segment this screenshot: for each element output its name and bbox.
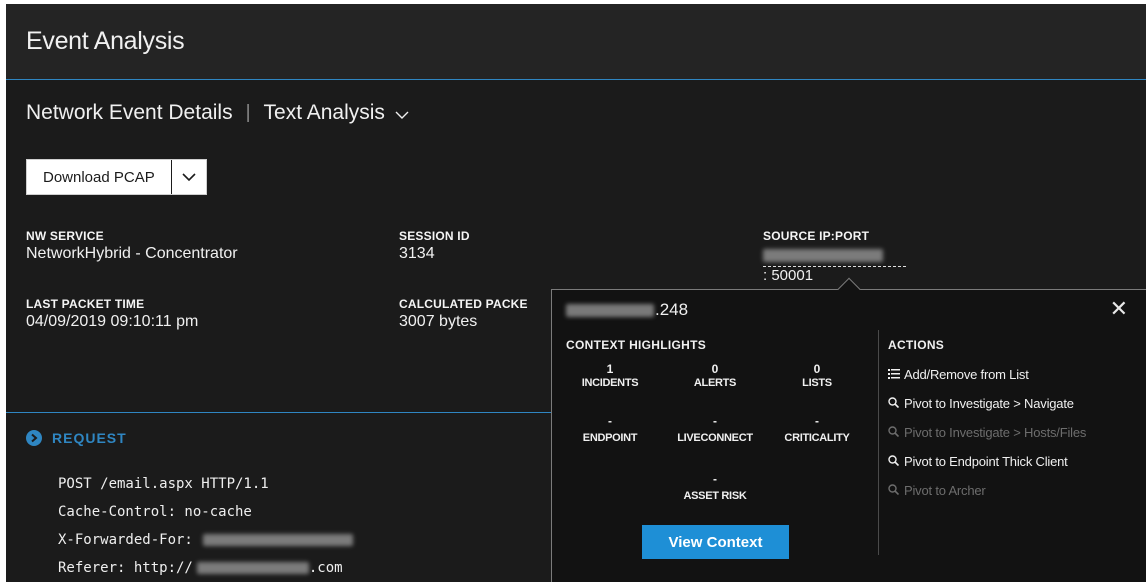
incidents-label: INCIDENTS bbox=[581, 377, 639, 389]
action-pivot-endpoint-thick-client[interactable]: Pivot to Endpoint Thick Client bbox=[888, 447, 1086, 476]
endpoint-label: ENDPOINT bbox=[582, 432, 638, 444]
nw-service-value: NetworkHybrid - Concentrator bbox=[26, 245, 238, 262]
calculated-packet-field: CALCULATED PACKE 3007 bytes bbox=[399, 297, 528, 331]
highlight-asset-risk: - ASSET RISK bbox=[665, 472, 765, 502]
source-port-value[interactable]: : 50001 bbox=[763, 267, 906, 284]
asset-risk-value: - bbox=[713, 472, 717, 486]
lists-count: 0 bbox=[813, 362, 821, 376]
last-packet-label: LAST PACKET TIME bbox=[26, 297, 145, 311]
request-line-text: .com bbox=[308, 560, 343, 576]
action-pivot-investigate-navigate[interactable]: Pivot to Investigate > Navigate bbox=[888, 389, 1086, 418]
last-packet-value: 04/09/2019 09:10:11 pm bbox=[26, 313, 199, 330]
view-context-button[interactable]: View Context bbox=[642, 525, 789, 559]
asset-risk-label: ASSET RISK bbox=[683, 490, 747, 502]
page-title: Event Analysis bbox=[26, 27, 185, 55]
tab-network-event-details[interactable]: Network Event Details bbox=[26, 101, 233, 125]
request-title: REQUEST bbox=[52, 430, 127, 446]
source-ip-port-label: SOURCE IP:PORT bbox=[763, 229, 870, 243]
close-icon[interactable]: ✕ bbox=[1110, 296, 1128, 322]
liveconnect-value: - bbox=[713, 414, 717, 428]
action-pivot-investigate-hosts-files: Pivot to Investigate > Hosts/Files bbox=[888, 418, 1086, 447]
action-label: Pivot to Archer bbox=[904, 483, 986, 498]
alerts-label: ALERTS bbox=[693, 377, 737, 389]
action-label: Pivot to Endpoint Thick Client bbox=[904, 454, 1068, 469]
actions-list: Add/Remove from List Pivot to Investigat… bbox=[888, 360, 1086, 505]
download-pcap-button[interactable]: Download PCAP bbox=[27, 160, 172, 194]
highlight-liveconnect: - LIVECONNECT bbox=[665, 414, 765, 444]
search-icon bbox=[888, 454, 902, 469]
highlight-lists[interactable]: 0 LISTS bbox=[767, 362, 867, 389]
chevron-down-icon bbox=[182, 173, 196, 182]
last-packet-field: LAST PACKET TIME 04/09/2019 09:10:11 pm bbox=[26, 297, 198, 331]
lists-label: LISTS bbox=[802, 377, 832, 389]
request-line: Cache-Control: no-cache bbox=[58, 504, 252, 520]
liveconnect-label: LIVECONNECT bbox=[677, 432, 753, 444]
redacted-value bbox=[202, 534, 353, 546]
list-icon bbox=[888, 367, 902, 382]
endpoint-value: - bbox=[608, 414, 612, 428]
context-ip-suffix: .248 bbox=[655, 300, 689, 319]
section-divider bbox=[878, 330, 879, 555]
request-line: Referer: http:// .com bbox=[58, 554, 353, 582]
action-label: Add/Remove from List bbox=[904, 367, 1029, 382]
request-line-text: Referer: http:// bbox=[58, 560, 193, 576]
session-id-field: SESSION ID 3134 bbox=[399, 229, 470, 263]
search-icon bbox=[888, 425, 902, 440]
request-line: POST /email.aspx HTTP/1.1 bbox=[58, 476, 269, 492]
action-label: Pivot to Investigate > Hosts/Files bbox=[904, 425, 1087, 440]
nw-service-field: NW SERVICE NetworkHybrid - Concentrator bbox=[26, 229, 238, 263]
highlight-alerts[interactable]: 0 ALERTS bbox=[665, 362, 765, 389]
redacted-value bbox=[196, 562, 309, 574]
chevron-down-icon[interactable] bbox=[395, 104, 409, 119]
alerts-count: 0 bbox=[711, 362, 719, 376]
download-options-dropdown[interactable] bbox=[172, 160, 206, 194]
redacted-ip bbox=[566, 303, 654, 317]
action-label: Pivot to Investigate > Navigate bbox=[904, 396, 1074, 411]
criticality-label: CRITICALITY bbox=[784, 432, 850, 444]
redacted-ip bbox=[763, 249, 883, 262]
session-id-value: 3134 bbox=[399, 245, 435, 262]
search-icon bbox=[888, 483, 902, 498]
request-text: POST /email.aspx HTTP/1.1 Cache-Control:… bbox=[58, 470, 353, 582]
criticality-value: - bbox=[815, 414, 819, 428]
event-analysis-panel: Event Analysis Network Event Details | T… bbox=[6, 4, 1146, 582]
nw-service-label: NW SERVICE bbox=[26, 229, 104, 243]
action-pivot-archer: Pivot to Archer bbox=[888, 476, 1086, 505]
tab-separator: | bbox=[245, 102, 251, 123]
header: Event Analysis bbox=[6, 4, 1146, 80]
session-id-label: SESSION ID bbox=[399, 229, 470, 243]
request-header[interactable]: REQUEST bbox=[26, 430, 127, 446]
context-tooltip: .248 ✕ CONTEXT HIGHLIGHTS 1 INCIDENTS 0 … bbox=[551, 277, 1146, 582]
view-tabs: Network Event Details | Text Analysis bbox=[26, 101, 409, 125]
source-ip-port-field: SOURCE IP:PORT : 50001 bbox=[763, 229, 906, 284]
download-pcap-group: Download PCAP bbox=[26, 159, 207, 195]
highlight-incidents[interactable]: 1 INCIDENTS bbox=[560, 362, 660, 389]
tab-text-analysis[interactable]: Text Analysis bbox=[264, 101, 385, 125]
search-icon bbox=[888, 396, 902, 411]
source-ip-redacted[interactable] bbox=[763, 245, 906, 267]
request-line: X-Forwarded-For: bbox=[58, 526, 353, 554]
context-ip: .248 bbox=[566, 300, 688, 320]
action-add-remove-list[interactable]: Add/Remove from List bbox=[888, 360, 1086, 389]
actions-title: ACTIONS bbox=[888, 338, 945, 352]
calculated-packet-label: CALCULATED PACKE bbox=[399, 297, 528, 311]
highlight-endpoint: - ENDPOINT bbox=[560, 414, 660, 444]
request-line-text: X-Forwarded-For: bbox=[58, 532, 193, 548]
highlight-criticality: - CRITICALITY bbox=[767, 414, 867, 444]
calculated-packet-value: 3007 bytes bbox=[399, 313, 478, 330]
context-highlights-title: CONTEXT HIGHLIGHTS bbox=[566, 338, 707, 352]
sub-navigation: Network Event Details | Text Analysis Do… bbox=[6, 81, 1146, 211]
arrow-right-circle-icon bbox=[26, 430, 42, 446]
incidents-count: 1 bbox=[606, 362, 614, 376]
